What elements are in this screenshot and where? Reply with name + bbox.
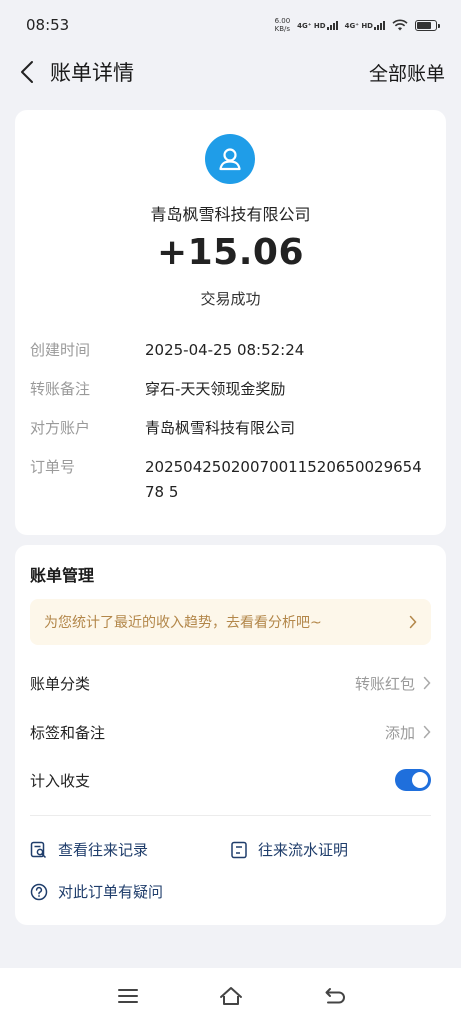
section-title: 账单管理	[30, 566, 95, 585]
status-time: 08:53	[26, 16, 70, 34]
payee-name: 青岛枫雪科技有限公司	[150, 205, 311, 224]
status-icons: 6.00 KB/s 4G⁺ HD 4G⁺ HD	[274, 17, 440, 33]
system-nav-bar	[0, 968, 461, 1024]
menu-icon[interactable]	[117, 985, 139, 1007]
status-bar: 08:53 6.00 KB/s 4G⁺ HD 4G⁺ HD	[0, 0, 461, 50]
chevron-right-icon	[409, 615, 417, 629]
banner-text: 为您统计了最近的收入趋势，去看看分析吧~	[44, 615, 322, 631]
amount: +15.06	[156, 232, 305, 273]
detail-label: 转账备注	[30, 380, 91, 398]
home-icon[interactable]	[219, 985, 243, 1007]
chevron-right-icon	[423, 725, 431, 739]
user-icon	[219, 148, 241, 171]
order-question-link[interactable]: 对此订单有疑问	[30, 881, 163, 902]
bill-category-row[interactable]: 账单分类 转账红包	[30, 668, 431, 698]
statement-proof-link[interactable]: 往来流水证明	[230, 839, 348, 860]
detail-value: 穿石-天天领现金奖励	[145, 380, 286, 398]
income-trend-banner[interactable]: 为您统计了最近的收入趋势，去看看分析吧~	[30, 599, 431, 645]
order-number[interactable]: 2025042502007001152065002965478 5	[145, 455, 431, 505]
back-nav-icon[interactable]	[323, 985, 345, 1007]
detail-row-created: 创建时间 2025-04-25 08:52:24	[30, 338, 431, 363]
avatar	[205, 134, 255, 184]
detail-row-account: 对方账户 青岛枫雪科技有限公司	[30, 416, 431, 441]
category-value: 转账红包	[354, 674, 415, 693]
tags-value: 添加	[384, 723, 415, 742]
signal-icon-2: 4G⁺ HD	[345, 20, 385, 30]
tags-notes-row[interactable]: 标签和备注 添加	[30, 717, 431, 747]
chevron-left-icon	[21, 61, 33, 83]
top-nav: 账单详情 全部账单	[0, 50, 461, 94]
all-bills-link[interactable]: 全部账单	[369, 59, 445, 86]
battery-icon	[415, 19, 440, 31]
net-speed: 6.00 KB/s	[274, 17, 291, 33]
detail-row-order: 订单号 2025042502007001152065002965478 5	[30, 455, 431, 505]
signal-icon-1: 4G⁺ HD	[297, 20, 338, 30]
divider	[30, 815, 431, 816]
bill-summary-card: 青岛枫雪科技有限公司 +15.06 交易成功 创建时间 2025-04-25 0…	[15, 110, 446, 535]
back-button[interactable]	[14, 59, 40, 85]
detail-label: 创建时间	[30, 341, 91, 359]
detail-value: 2025-04-25 08:52:24	[145, 341, 305, 359]
detail-label: 对方账户	[30, 419, 91, 437]
view-history-link[interactable]: 查看往来记录	[30, 839, 148, 860]
bill-management-card: 账单管理 为您统计了最近的收入趋势，去看看分析吧~ 账单分类 转账红包 标签和备…	[15, 545, 446, 925]
detail-label: 订单号	[30, 458, 76, 476]
question-icon	[30, 883, 48, 900]
transaction-status: 交易成功	[200, 290, 261, 308]
wifi-icon	[392, 19, 408, 31]
chevron-right-icon	[423, 676, 431, 690]
detail-value: 青岛枫雪科技有限公司	[145, 419, 296, 437]
count-in-budget-toggle[interactable]	[395, 769, 431, 791]
document-icon	[231, 841, 247, 858]
detail-row-remark: 转账备注 穿石-天天领现金奖励	[30, 377, 431, 402]
record-search-icon	[30, 841, 47, 858]
count-in-budget-row: 计入收支	[30, 765, 431, 795]
page-title: 账单详情	[50, 61, 134, 85]
